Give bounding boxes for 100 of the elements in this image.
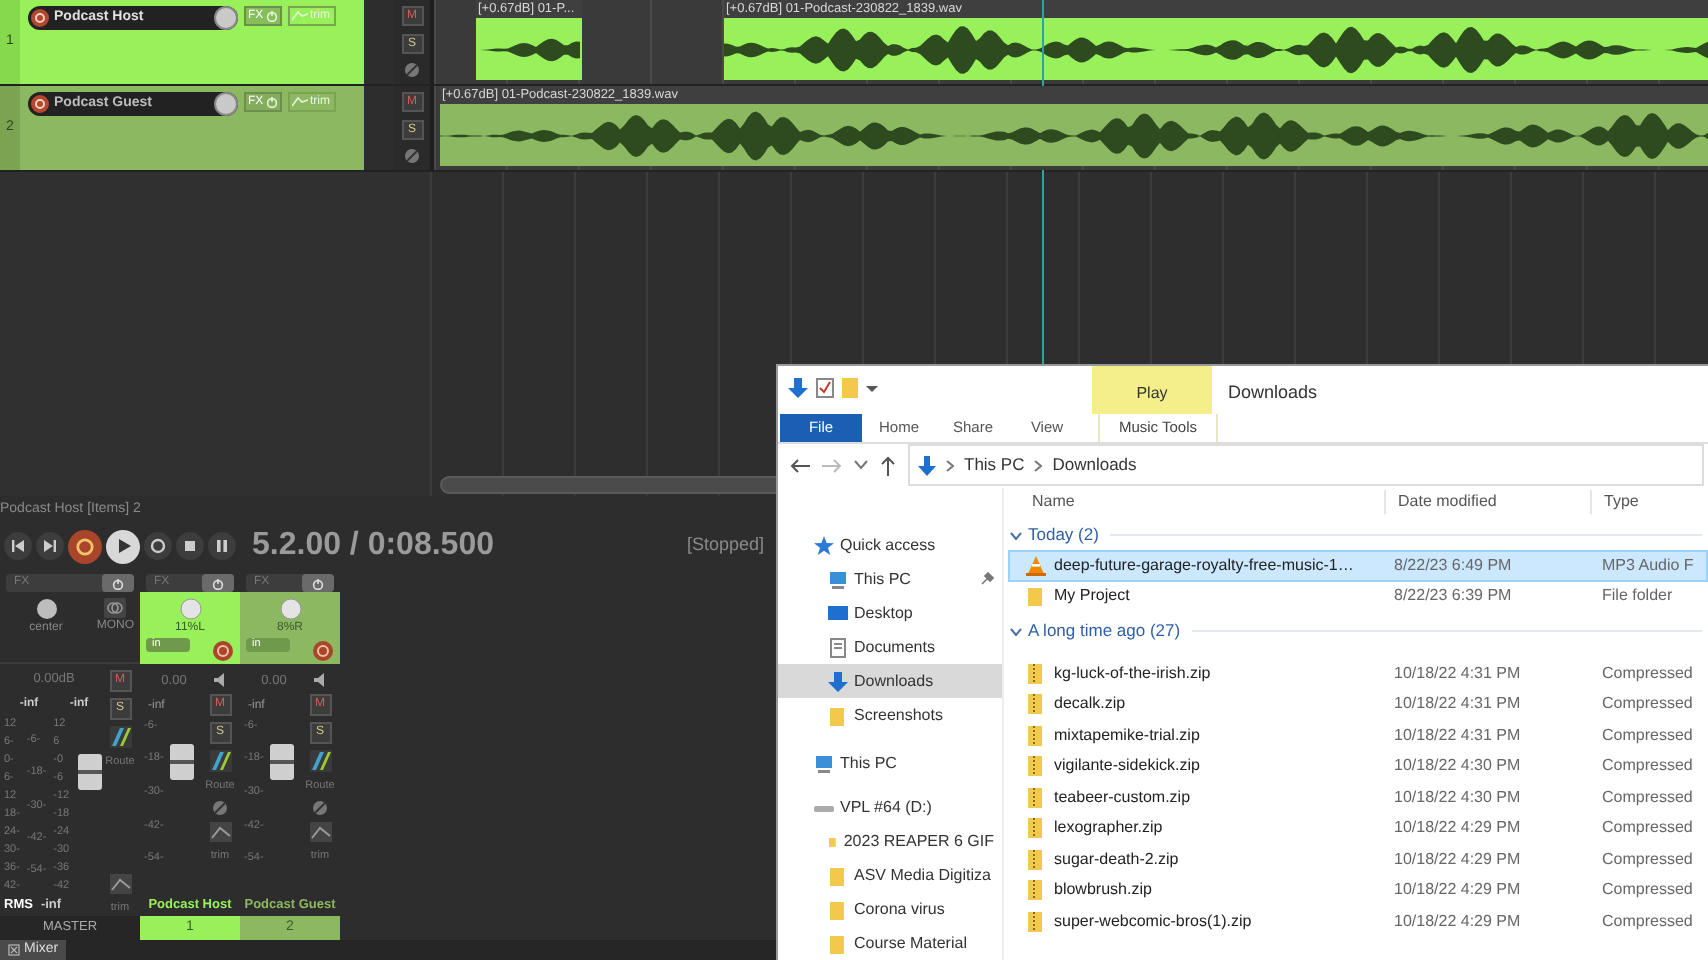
envelope-icon[interactable] [209,822,231,843]
file-name: mixtapemike-trial.zip [1054,723,1200,748]
record-arm-icon[interactable] [30,8,50,28]
zip-folder-icon [1026,787,1046,808]
navigation-item[interactable]: Quick access [778,528,1002,562]
type-cell-text: Compressed [1600,661,1695,686]
file-name: sugar-death-2.zip [1054,847,1179,872]
route-icon[interactable] [209,750,231,772]
file-name: kg-luck-of-the-irish.zip [1054,661,1211,686]
volume-fader[interactable] [169,743,194,780]
context-tab-header: Play [1092,366,1212,414]
address-bar[interactable]: This PC Downloads [908,444,1704,487]
pause-button[interactable] [208,532,236,560]
zip-folder-icon [1026,694,1046,715]
type-cell-text: File folder [1600,584,1675,609]
navigation-item[interactable]: ASV Media Digitiza [778,858,1002,892]
type-cell-text: Compressed [1600,785,1695,810]
volume-fader[interactable] [269,743,294,780]
envelope-icon[interactable] [109,873,131,894]
navigation-item[interactable]: Desktop [778,596,1002,630]
download-arrow-icon[interactable] [788,378,808,398]
file-row[interactable]: My Project 8/22/23 6:39 PM File folder [1008,581,1708,612]
phase-icon[interactable] [404,62,420,78]
navigation-item[interactable]: Course Material [778,926,1002,960]
date-cell-text: 10/18/22 4:30 PM [1392,785,1523,810]
navigation-item[interactable]: VPL #64 (D:) [778,790,1002,824]
volume-knob-icon[interactable] [214,6,238,30]
back-arrow-icon[interactable] [790,457,810,474]
file-name: vigilante-sidekick.zip [1054,754,1200,779]
file-row[interactable]: decalk.zip 10/18/22 4:31 PM Compressed [1008,689,1708,720]
date-cell-text: 8/22/23 6:39 PM [1392,584,1514,609]
time-display: 5.2.00 / 0:08.500 [252,526,494,566]
type-cell-text: MP3 Audio F [1600,553,1696,578]
column-header[interactable]: Type [1590,490,1708,514]
caret-icon[interactable] [854,460,868,471]
stop-button[interactable] [176,532,204,560]
file-row[interactable]: lexographer.zip 10/18/22 4:29 PM Compressed [1008,813,1708,844]
file-row[interactable]: blowbrush.zip 10/18/22 4:29 PM Compressed [1008,875,1708,906]
file-row[interactable]: sugar-death-2.zip 10/18/22 4:29 PM Compressed [1008,844,1708,875]
pause-icon [214,538,230,554]
chevron-icon[interactable] [1010,531,1022,539]
document-icon [828,637,848,657]
speaker-icon[interactable] [211,672,229,688]
chevron-icon[interactable] [1010,627,1022,635]
pan-knob-icon[interactable] [35,598,57,620]
star-icon [814,535,834,555]
file-row[interactable]: kg-luck-of-the-irish.zip 10/18/22 4:31 PM Compressed [1008,658,1708,689]
group-header[interactable]: A long time ago (27) [1028,618,1181,644]
up-arrow-icon[interactable] [880,455,896,476]
record-button[interactable] [68,529,102,563]
zip-folder-icon [1026,880,1046,901]
file-row[interactable]: deep-future-garage-royalty-free-music-1… 8/22/23 6:49 PM MP3 Audio F [1008,550,1708,581]
mono-stereo-icon[interactable] [104,598,127,618]
route-icon[interactable] [109,726,131,748]
group-header[interactable]: Today (2) [1028,522,1099,548]
column-header[interactable]: Date modified [1384,490,1590,514]
file-row[interactable]: mixtapemike-trial.zip 10/18/22 4:31 PM Compressed [1008,720,1708,751]
window-title: Downloads [1228,380,1318,406]
navigation-item[interactable]: Documents [778,630,1002,664]
skip-end-button[interactable] [36,532,64,560]
file-row[interactable]: super-webcomic-bros(1).zip 10/18/22 4:29 PM Compressed [1008,906,1708,937]
date-cell-text: 10/18/22 4:30 PM [1392,754,1523,779]
power-icon [266,96,278,108]
repeat-button[interactable] [144,532,172,560]
file-name: deep-future-garage-royalty-free-music-1… [1054,553,1354,578]
power-icon [112,577,124,589]
record-arm-icon[interactable] [30,94,50,114]
navigation-item[interactable]: Downloads [778,664,1002,698]
properties-icon[interactable] [816,378,834,398]
envelope-icon[interactable] [309,822,331,843]
volume-fader[interactable] [78,753,102,790]
navigation-item[interactable]: Screenshots [778,698,1002,732]
pin-icon[interactable] [980,572,994,586]
phase-icon[interactable] [212,800,228,817]
column-header[interactable]: Name [1004,490,1384,514]
type-cell-text: Compressed [1600,723,1695,748]
type-cell-text: Compressed [1600,816,1695,841]
route-icon[interactable] [309,750,331,772]
envelope-icon [292,10,308,22]
power-icon [266,10,278,22]
navigation-item[interactable]: 2023 REAPER 6 GIF [778,824,1002,858]
breadcrumb[interactable]: Downloads [1052,452,1137,479]
type-cell-text: Compressed [1600,692,1695,717]
volume-knob-icon[interactable] [214,92,238,116]
close-icon[interactable] [8,944,20,956]
skip-start-button[interactable] [4,532,32,560]
breadcrumb[interactable]: This PC [964,452,1025,479]
phase-icon[interactable] [404,148,420,164]
navigation-item[interactable]: Corona virus [778,892,1002,926]
navigation-item[interactable]: This PC [778,562,1002,596]
date-cell-text: 10/18/22 4:31 PM [1392,723,1523,748]
phase-icon[interactable] [312,800,328,817]
zip-folder-icon [1026,849,1046,870]
file-row[interactable]: vigilante-sidekick.zip 10/18/22 4:30 PM Compressed [1008,751,1708,782]
file-row[interactable]: teabeer-custom.zip 10/18/22 4:30 PM Compressed [1008,782,1708,813]
navigation-item[interactable]: This PC [778,746,1002,780]
folder-icon [1026,586,1046,607]
play-button[interactable] [106,529,140,563]
speaker-icon[interactable] [311,672,329,688]
caret-icon[interactable] [866,382,878,394]
